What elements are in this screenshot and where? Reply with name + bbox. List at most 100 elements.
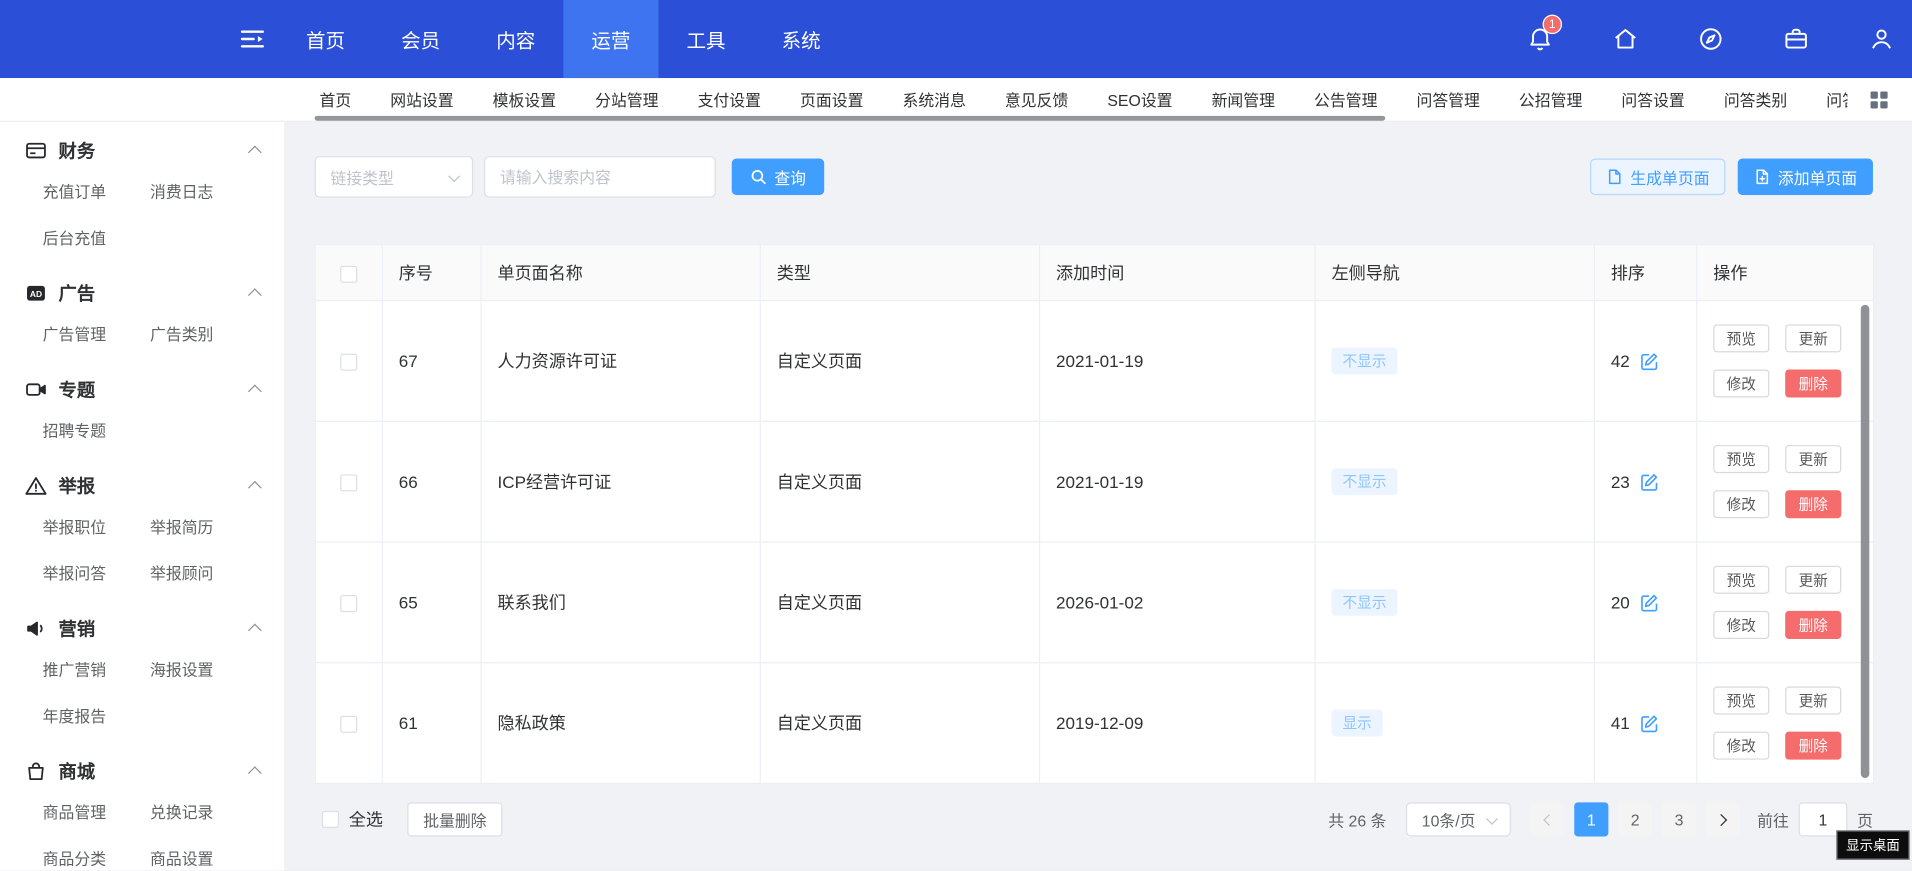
sidebar-item[interactable]: 商品管理	[43, 800, 150, 823]
add-page-button[interactable]: 添加单页面	[1738, 159, 1873, 196]
edit-icon[interactable]	[1638, 471, 1659, 492]
compass-button[interactable]	[1695, 23, 1727, 55]
row-checkbox[interactable]	[340, 354, 357, 371]
sidebar-item[interactable]: 举报顾问	[150, 561, 284, 584]
delete-button[interactable]: 删除	[1785, 732, 1841, 760]
preview-button[interactable]: 预览	[1713, 687, 1769, 715]
nav-item-1[interactable]: 首页	[278, 0, 373, 78]
prev-page-button[interactable]	[1530, 802, 1564, 836]
search-input[interactable]	[484, 156, 716, 197]
modify-button[interactable]: 修改	[1713, 611, 1769, 639]
page-size-select[interactable]: 10条/页	[1406, 802, 1511, 836]
sub-tab-6[interactable]: 页面设置	[800, 88, 863, 111]
generate-page-button[interactable]: 生成单页面	[1590, 159, 1725, 196]
page-button-3[interactable]: 3	[1662, 802, 1696, 836]
nav-item-4[interactable]: 运营	[563, 0, 658, 78]
column-header-4: 添加时间	[1040, 244, 1316, 300]
sidebar-section-header[interactable]: 财务	[0, 128, 284, 172]
sidebar-item[interactable]: 举报简历	[150, 515, 284, 538]
sidebar-section-title: 商城	[59, 758, 250, 784]
edit-icon[interactable]	[1638, 713, 1659, 734]
edit-icon[interactable]	[1638, 351, 1659, 372]
sidebar-section-header[interactable]: 商城	[0, 749, 284, 793]
sub-tab-2[interactable]: 网站设置	[390, 88, 453, 111]
horizontal-scrollbar[interactable]	[315, 116, 1386, 121]
modify-button[interactable]: 修改	[1713, 490, 1769, 518]
sub-tab-9[interactable]: SEO设置	[1107, 88, 1172, 111]
sub-tab-4[interactable]: 分站管理	[595, 88, 658, 111]
sub-tab-5[interactable]: 支付设置	[698, 88, 761, 111]
sub-tab-7[interactable]: 系统消息	[902, 88, 965, 111]
sidebar-item[interactable]: 兑换记录	[150, 800, 284, 823]
sidebar-item[interactable]: 推广营销	[43, 657, 150, 680]
nav-item-2[interactable]: 会员	[373, 0, 468, 78]
batch-delete-button[interactable]: 批量删除	[407, 802, 502, 836]
row-checkbox-cell	[315, 421, 382, 542]
vertical-scrollbar[interactable]	[1861, 305, 1870, 778]
sidebar-item[interactable]: 举报职位	[43, 515, 150, 538]
delete-button[interactable]: 删除	[1785, 369, 1841, 397]
page-button-1[interactable]: 1	[1574, 802, 1608, 836]
sub-tab-8[interactable]: 意见反馈	[1005, 88, 1068, 111]
sub-tab-16[interactable]: 问答搜索	[1826, 88, 1847, 111]
sub-tab-14[interactable]: 问答设置	[1621, 88, 1684, 111]
nav-item-3[interactable]: 内容	[468, 0, 563, 78]
update-button[interactable]: 更新	[1785, 687, 1841, 715]
preview-button[interactable]: 预览	[1713, 566, 1769, 594]
sidebar-item[interactable]: 招聘专题	[43, 418, 150, 441]
sidebar-item[interactable]: 后台充值	[43, 226, 150, 249]
sidebar-item[interactable]: 广告类别	[150, 322, 284, 345]
sidebar-item[interactable]: 消费日志	[150, 179, 284, 202]
edit-icon[interactable]	[1638, 592, 1659, 613]
sub-tab-10[interactable]: 新闻管理	[1212, 88, 1275, 111]
bell-button[interactable]: 1	[1524, 23, 1556, 55]
sub-tab-11[interactable]: 公告管理	[1314, 88, 1377, 111]
nav-item-6[interactable]: 系统	[754, 0, 849, 78]
delete-button[interactable]: 删除	[1785, 490, 1841, 518]
main-nav: 首页会员内容运营工具系统	[278, 0, 849, 78]
update-button[interactable]: 更新	[1785, 566, 1841, 594]
update-button[interactable]: 更新	[1785, 324, 1841, 352]
update-button[interactable]: 更新	[1785, 445, 1841, 473]
sidebar-item[interactable]: 年度报告	[43, 704, 150, 727]
row-checkbox[interactable]	[340, 716, 357, 733]
header-checkbox[interactable]	[340, 265, 357, 282]
preview-button[interactable]: 预览	[1713, 324, 1769, 352]
admin-app: 首页会员内容运营工具系统 1 首页网站设置模板设置分站管理支付设置页面设置系统消…	[0, 0, 1912, 871]
sort-value: 42	[1611, 351, 1630, 371]
home-button[interactable]	[1610, 23, 1642, 55]
page-button-2[interactable]: 2	[1618, 802, 1652, 836]
sidebar-item[interactable]: 商品设置	[150, 846, 284, 869]
sub-tab-13[interactable]: 公招管理	[1519, 88, 1582, 111]
sidebar-item[interactable]: 举报问答	[43, 561, 150, 584]
select-all-checkbox[interactable]	[322, 811, 339, 828]
sidebar-section-header[interactable]: AD广告	[0, 271, 284, 315]
next-page-button[interactable]	[1706, 802, 1740, 836]
nav-item-5[interactable]: 工具	[658, 0, 753, 78]
briefcase-button[interactable]	[1780, 23, 1812, 55]
sidebar-item[interactable]: 海报设置	[150, 657, 284, 680]
sidebar-item[interactable]: 广告管理	[43, 322, 150, 345]
sort-value: 23	[1611, 472, 1630, 492]
modify-button[interactable]: 修改	[1713, 369, 1769, 397]
preview-button[interactable]: 预览	[1713, 445, 1769, 473]
sidebar-section-header[interactable]: 营销	[0, 606, 284, 650]
row-checkbox[interactable]	[340, 595, 357, 612]
sub-tab-1[interactable]: 首页	[319, 88, 351, 111]
row-checkbox[interactable]	[340, 475, 357, 492]
added-time-cell: 2021-01-19	[1040, 301, 1316, 422]
link-type-select[interactable]: 链接类型	[315, 156, 474, 197]
sidebar-section-header[interactable]: 举报	[0, 463, 284, 507]
sub-tab-15[interactable]: 问答类别	[1724, 88, 1787, 111]
search-button[interactable]: 查询	[732, 159, 825, 196]
sidebar-item[interactable]: 商品分类	[43, 846, 150, 869]
modify-button[interactable]: 修改	[1713, 732, 1769, 760]
sub-tab-3[interactable]: 模板设置	[493, 88, 556, 111]
menu-fold-icon[interactable]	[237, 23, 269, 55]
sidebar-item[interactable]: 充值订单	[43, 179, 150, 202]
delete-button[interactable]: 删除	[1785, 611, 1841, 639]
sub-tab-12[interactable]: 问答管理	[1416, 88, 1479, 111]
grid-menu-icon[interactable]	[1868, 89, 1890, 117]
user-button[interactable]	[1866, 23, 1898, 55]
sidebar-section-header[interactable]: 专题	[0, 367, 284, 411]
